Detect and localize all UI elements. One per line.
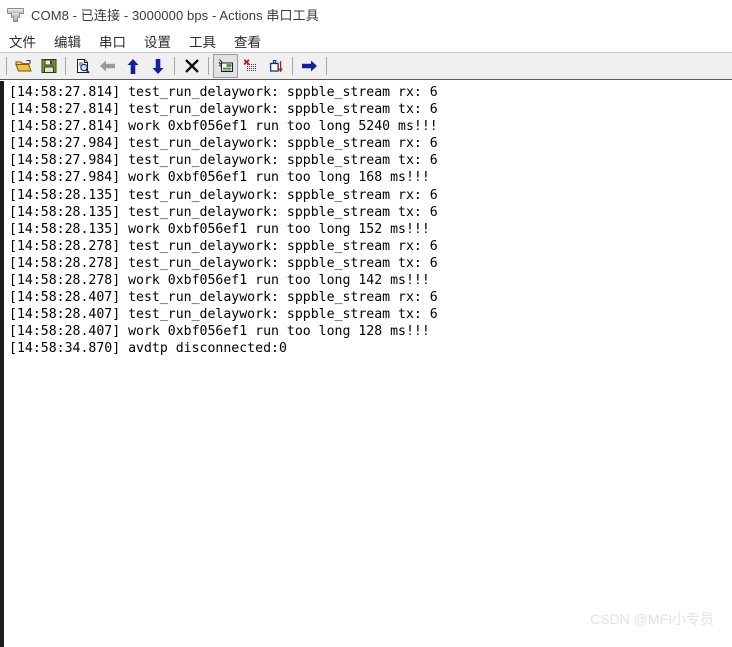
insert-note-button[interactable] xyxy=(213,54,238,78)
toolbar xyxy=(0,52,732,80)
forward-button[interactable] xyxy=(297,54,322,78)
toolbar-separator xyxy=(208,57,209,75)
serial-plug-icon xyxy=(7,6,24,23)
scroll-up-button[interactable] xyxy=(120,54,145,78)
export-button[interactable] xyxy=(263,54,288,78)
menu-tools[interactable]: 工具 xyxy=(189,31,225,51)
toolbar-separator xyxy=(174,57,175,75)
menu-settings[interactable]: 设置 xyxy=(144,31,180,51)
scroll-down-button[interactable] xyxy=(145,54,170,78)
clear-button[interactable] xyxy=(238,54,263,78)
save-file-button[interactable] xyxy=(36,54,61,78)
insert-note-icon xyxy=(217,58,233,72)
clear-grid-icon xyxy=(243,58,256,71)
open-file-button[interactable] xyxy=(11,54,36,78)
toolbar-separator xyxy=(65,57,66,75)
menu-view[interactable]: 查看 xyxy=(234,31,270,51)
toolbar-separator xyxy=(326,57,327,75)
arrow-right-icon xyxy=(302,60,317,72)
title-bar: COM8 - 已连接 - 3000000 bps - Actions 串口工具 xyxy=(0,0,732,29)
arrow-down-icon xyxy=(152,58,163,74)
menu-edit[interactable]: 编辑 xyxy=(54,31,90,51)
serial-tool-window: COM8 - 已连接 - 3000000 bps - Actions 串口工具 … xyxy=(0,0,732,647)
watermark: CSDN @MFI小专员 xyxy=(590,611,714,627)
open-file-icon xyxy=(15,60,32,72)
menu-bar: 文件 编辑 串口 设置 工具 查看 xyxy=(0,29,732,52)
toolbar-separator xyxy=(6,57,7,75)
toolbar-separator xyxy=(292,57,293,75)
menu-file[interactable]: 文件 xyxy=(9,31,45,51)
log-output-area[interactable]: [14:58:27.814] test_run_delaywork: sppbl… xyxy=(0,81,732,647)
arrow-up-icon xyxy=(127,58,138,74)
print-preview-icon xyxy=(76,59,90,74)
save-file-icon xyxy=(41,59,56,73)
close-x-icon xyxy=(184,59,199,73)
back-button[interactable] xyxy=(95,54,120,78)
window-title: COM8 - 已连接 - 3000000 bps - Actions 串口工具 xyxy=(31,8,319,23)
menu-serial-port[interactable]: 串口 xyxy=(99,31,135,51)
arrow-left-icon xyxy=(100,60,115,72)
print-preview-button[interactable] xyxy=(70,54,95,78)
log-text: [14:58:27.814] test_run_delaywork: sppbl… xyxy=(9,85,438,357)
close-button[interactable] xyxy=(179,54,204,78)
export-down-icon xyxy=(269,59,283,72)
